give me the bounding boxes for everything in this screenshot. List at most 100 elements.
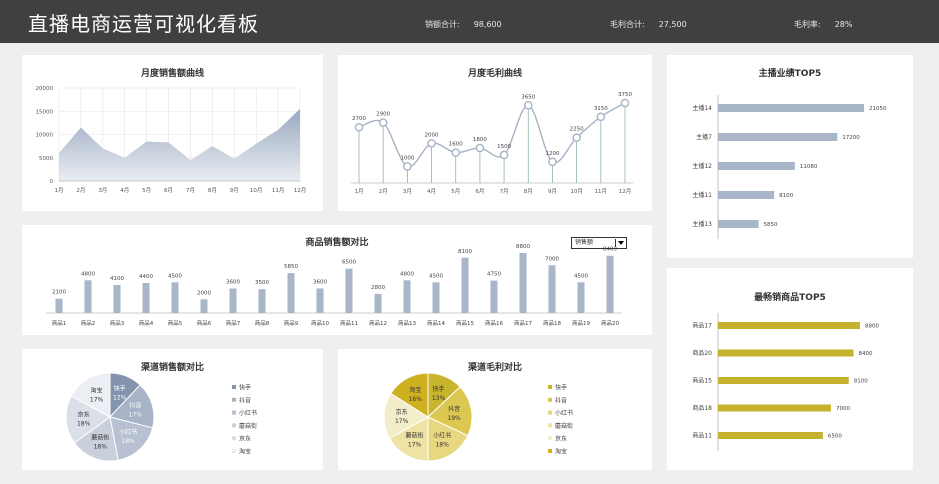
data-label: 2800 xyxy=(371,285,385,291)
product-sales-chart: 2100 商品1 4800 商品2 4100 商品3 4400 商品4 4500 商品5 2000 商… xyxy=(46,244,622,327)
x-tick-label: 10月 xyxy=(570,188,583,195)
bar xyxy=(718,133,838,141)
data-label: 8800 xyxy=(865,324,879,330)
legend-label: 京东 xyxy=(239,435,251,443)
x-tick-label: 5月 xyxy=(142,187,151,194)
data-label: 3600 xyxy=(313,279,327,285)
profit-point xyxy=(499,150,509,160)
data-label: 21050 xyxy=(869,106,887,112)
bar xyxy=(432,282,440,313)
x-tick-label: 3月 xyxy=(98,187,107,194)
best-top5-panel: 最畅销商品TOP5 商品17 8800 商品20 8400 商品15 8100 商品18 70… xyxy=(667,268,913,470)
kpi-profit: 毛利合计: 27,500 xyxy=(610,19,687,30)
data-label: 8400 xyxy=(859,351,873,357)
x-tick-label: 2月 xyxy=(76,187,85,194)
legend-label: 淘宝 xyxy=(239,448,251,456)
profit-point xyxy=(354,122,364,132)
bar xyxy=(718,104,864,112)
best-top5-chart: 商品17 8800 商品20 8400 商品15 8100 商品18 7000 商品11 6500 xyxy=(692,313,879,451)
data-label: 3750 xyxy=(618,92,632,98)
slice-category-label: 小红书 xyxy=(119,428,137,436)
legend-swatch xyxy=(232,423,236,428)
legend-swatch xyxy=(232,385,236,389)
data-label: 17200 xyxy=(842,135,860,141)
x-tick-label: 9月 xyxy=(230,187,239,194)
legend-swatch xyxy=(548,423,552,428)
slice-category-label: 快手 xyxy=(114,384,126,392)
x-tick-label: 商品7 xyxy=(226,319,241,327)
profit-point xyxy=(572,133,581,142)
bar xyxy=(718,162,795,170)
data-label: 1200 xyxy=(545,151,559,157)
bar xyxy=(519,253,527,313)
x-tick-label: 商品20 xyxy=(601,319,619,327)
y-tick-label: 10000 xyxy=(36,133,54,139)
monthly-sales-chart: 0 5000 10000 15000 20000 1月 2月 3月 4月 5月 6月 7月 8月 9月 10… xyxy=(36,86,307,194)
y-tick-label: 15000 xyxy=(36,109,54,115)
channel-sales-chart: 快手12%抖音17%小红书18%蘑菇街18%京东18%淘宝17%快手抖音小红书蘑… xyxy=(65,372,257,462)
profit-point xyxy=(475,143,485,153)
slice-percent-label: 18% xyxy=(435,441,449,448)
profit-point xyxy=(427,139,436,148)
legend-swatch xyxy=(548,397,552,402)
x-tick-label: 10月 xyxy=(250,187,263,194)
bar xyxy=(606,255,614,313)
data-label: 1800 xyxy=(473,137,487,143)
x-tick-label: 商品13 xyxy=(398,319,416,327)
category-label: 主播11 xyxy=(692,191,712,199)
bar xyxy=(461,257,469,313)
data-label: 5850 xyxy=(764,222,778,228)
x-tick-label: 9月 xyxy=(548,188,557,195)
slice-percent-label: 12% xyxy=(113,394,127,401)
x-tick-label: 11月 xyxy=(272,187,285,194)
profit-point xyxy=(596,112,606,122)
legend-swatch xyxy=(548,436,552,441)
bar xyxy=(403,280,411,313)
bar xyxy=(316,288,324,313)
data-label: 1600 xyxy=(449,142,463,148)
monthly-profit-chart: 2700 1月 2900 2月 1000 3月 2000 4月 1600 5月 1800 6月 1500… xyxy=(351,92,633,195)
monthly-profit-panel: 月度毛利曲线 2700 1月 2900 2月 1000 3月 2000 4月 1600 5月 180… xyxy=(338,55,652,211)
data-label: 2700 xyxy=(352,116,366,122)
kpi-profit-label: 毛利合计: xyxy=(610,20,645,29)
slice-percent-label: 17% xyxy=(129,412,143,419)
slice-category-label: 抖音 xyxy=(448,405,460,413)
kpi-sales: 销额合计: 98,600 xyxy=(425,19,502,30)
legend-label: 抖音 xyxy=(239,396,251,404)
slice-percent-label: 19% xyxy=(447,415,461,422)
dashboard-title: 直播电商运营可视化看板 xyxy=(28,12,259,36)
profit-point xyxy=(620,98,630,108)
profit-point xyxy=(451,148,461,157)
slice-category-label: 快手 xyxy=(432,385,444,393)
data-label: 4750 xyxy=(487,272,501,278)
legend-label: 蘑菇街 xyxy=(239,422,257,430)
data-label: 6500 xyxy=(342,260,356,266)
kpi-sales-label: 销额合计: xyxy=(425,20,460,29)
x-tick-label: 8月 xyxy=(524,188,533,195)
x-tick-label: 6月 xyxy=(475,188,484,195)
legend-swatch xyxy=(232,410,236,415)
x-tick-label: 商品9 xyxy=(284,319,299,327)
data-label: 7000 xyxy=(836,406,850,412)
slice-percent-label: 16% xyxy=(409,396,423,403)
x-tick-label: 商品4 xyxy=(139,319,154,327)
slice-category-label: 淘宝 xyxy=(409,386,421,394)
x-tick-label: 11月 xyxy=(595,188,608,195)
slice-percent-label: 17% xyxy=(90,396,104,403)
category-label: 商品17 xyxy=(692,322,712,330)
data-label: 3150 xyxy=(594,106,608,112)
x-tick-label: 商品17 xyxy=(514,319,532,327)
kpi-margin: 毛利率: 28% xyxy=(794,19,852,30)
bar xyxy=(258,289,266,313)
x-tick-label: 4月 xyxy=(427,188,436,195)
legend-swatch xyxy=(232,449,236,453)
x-tick-label: 商品8 xyxy=(255,319,270,327)
channel-profit-panel: 渠道毛利对比 快手 13% 抖音 19% 小红书 18% 蘑菇街 17% 京东 17% 淘宝 16% 快… xyxy=(338,349,652,470)
slice-category-label: 京东 xyxy=(78,411,90,419)
bar xyxy=(718,191,775,199)
x-tick-label: 4月 xyxy=(120,187,129,194)
slice-percent-label: 18% xyxy=(94,444,108,451)
x-tick-label: 商品15 xyxy=(456,319,474,327)
y-tick-label: 20000 xyxy=(36,86,54,92)
bar xyxy=(113,285,121,313)
